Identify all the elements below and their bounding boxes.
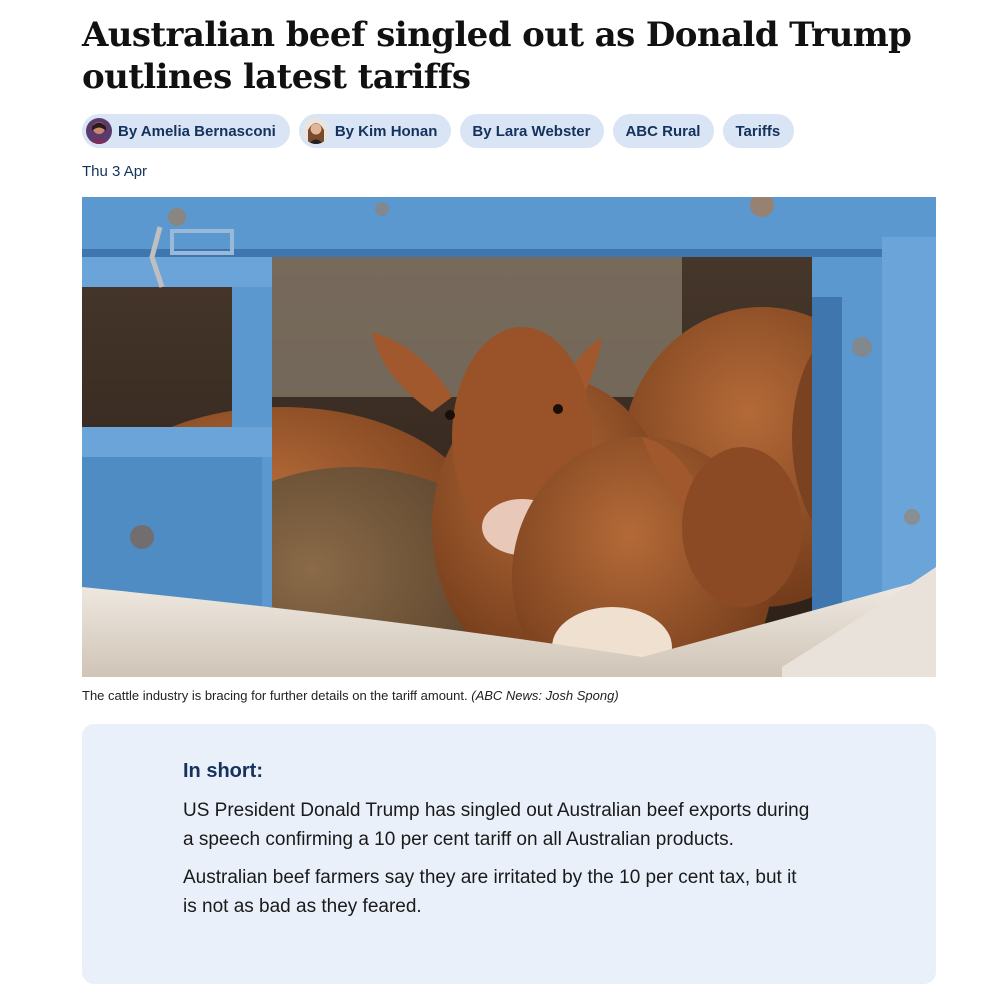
- topic-tag-tariffs[interactable]: Tariffs: [723, 114, 795, 148]
- in-short-summary: In short: US President Donald Trump has …: [82, 724, 936, 984]
- author-tag-kim-honan[interactable]: By Kim Honan: [298, 114, 452, 148]
- in-short-heading: In short:: [183, 760, 263, 782]
- author-avatar: [302, 118, 329, 144]
- photo-credit: (ABC News: Josh Spong): [471, 688, 619, 703]
- summary-paragraph: Australian beef farmers say they are irr…: [183, 867, 797, 917]
- summary-paragraph: US President Donald Trump has singled ou…: [183, 800, 810, 850]
- author-tag-lara-webster[interactable]: By Lara Webster: [460, 114, 605, 148]
- caption-text: The cattle industry is bracing for furth…: [82, 688, 468, 703]
- hero-image: [82, 197, 936, 677]
- author-name: By Kim Honan: [334, 122, 438, 140]
- author-avatar: [86, 118, 112, 144]
- topic-tag-abc-rural[interactable]: ABC Rural: [613, 114, 715, 148]
- author-name: By Amelia Bernasconi: [118, 122, 276, 140]
- byline-tags: By Amelia Bernasconi By Kim Honan By Lar…: [82, 114, 936, 148]
- author-tag-amelia-bernasconi[interactable]: By Amelia Bernasconi: [82, 114, 290, 148]
- image-caption: The cattle industry is bracing for furth…: [82, 687, 936, 705]
- publish-date: Thu 3 Apr: [82, 163, 148, 180]
- article-headline: Australian beef singled out as Donald Tr…: [82, 15, 912, 97]
- article: Australian beef singled out as Donald Tr…: [82, 0, 936, 984]
